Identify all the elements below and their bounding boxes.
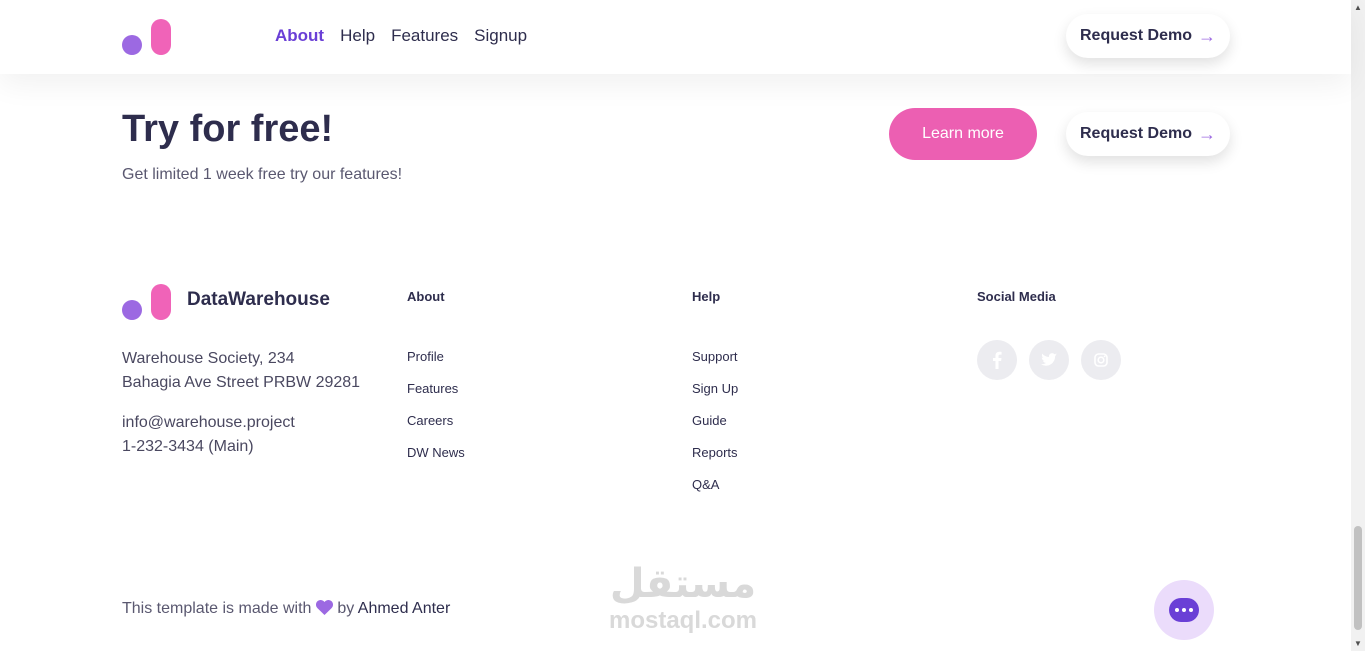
nav-help[interactable]: Help — [340, 26, 375, 46]
watermark-latin: mostaql.com — [608, 607, 758, 634]
email-text: info@warehouse.project — [122, 414, 295, 431]
arrow-right-icon: → — [1198, 123, 1217, 144]
page-scrollbar[interactable]: ▲ ▼ — [1351, 0, 1365, 651]
chat-bubble-icon — [1169, 598, 1199, 622]
request-demo-label: Request Demo — [1079, 125, 1193, 142]
footer-social-title: Social Media — [977, 289, 1056, 304]
footer-brand-name: DataWarehouse — [187, 289, 330, 310]
scroll-up-icon[interactable]: ▲ — [1354, 3, 1362, 12]
logo-dot — [122, 35, 142, 55]
learn-more-button[interactable]: Learn more — [889, 108, 1037, 160]
credit-prefix: This template is made with — [122, 600, 312, 617]
address-line: Bahagia Ave Street PRBW 29281 — [122, 374, 361, 391]
logo-dot — [122, 300, 142, 320]
facebook-icon[interactable] — [977, 340, 1017, 380]
chat-button[interactable] — [1154, 580, 1214, 640]
main-nav: About Help Features Signup — [275, 26, 527, 46]
author-link[interactable]: Ahmed Anter — [358, 600, 451, 617]
nav-features[interactable]: Features — [391, 26, 458, 46]
footer-contact: info@warehouse.project 1-232-3434 (Main) — [122, 411, 295, 459]
footer-link-sign-up[interactable]: Sign Up — [692, 381, 738, 396]
footer-link-careers[interactable]: Careers — [407, 413, 453, 428]
mostaql-watermark: مستقل mostaql.com — [598, 560, 768, 634]
request-demo-label: Request Demo — [1079, 27, 1193, 44]
footer-link-guide[interactable]: Guide — [692, 413, 727, 428]
nav-about[interactable]: About — [275, 26, 324, 46]
watermark-arabic: مستقل — [609, 561, 757, 607]
try-title: Try for free! — [122, 108, 334, 150]
logo-pill — [151, 284, 171, 320]
footer-address: Warehouse Society, 234 Bahagia Ave Stree… — [122, 347, 360, 395]
phone-text: 1-232-3434 (Main) — [122, 438, 254, 455]
footer-link-qa[interactable]: Q&A — [692, 477, 719, 492]
scroll-down-icon[interactable]: ▼ — [1354, 639, 1362, 648]
logo[interactable] — [122, 19, 172, 55]
scrollbar-thumb[interactable] — [1354, 526, 1362, 630]
twitter-icon[interactable] — [1029, 340, 1069, 380]
credit-by: by — [337, 600, 355, 617]
try-subtitle: Get limited 1 week free try our features… — [122, 166, 403, 183]
footer-link-dw-news[interactable]: DW News — [407, 445, 465, 460]
logo-pill — [151, 19, 171, 55]
footer-link-reports[interactable]: Reports — [692, 445, 738, 460]
footer-about-title: About — [407, 289, 445, 304]
footer-link-features[interactable]: Features — [407, 381, 458, 396]
footer-link-profile[interactable]: Profile — [407, 349, 444, 364]
heart-icon — [315, 600, 337, 617]
footer-help-title: Help — [692, 289, 721, 304]
try-request-demo-button[interactable]: Request Demo → — [1066, 112, 1230, 156]
arrow-right-icon: → — [1198, 25, 1217, 46]
top-header: About Help Features Signup Request Demo … — [0, 0, 1351, 74]
footer-credit: This template is made with by Ahmed Ante… — [122, 600, 450, 618]
nav-signup[interactable]: Signup — [474, 26, 527, 46]
instagram-icon[interactable] — [1081, 340, 1121, 380]
header-request-demo-button[interactable]: Request Demo → — [1066, 14, 1230, 58]
footer-logo[interactable] — [122, 284, 172, 320]
address-line: Warehouse Society, 234 — [122, 350, 295, 367]
footer-link-support[interactable]: Support — [692, 349, 738, 364]
